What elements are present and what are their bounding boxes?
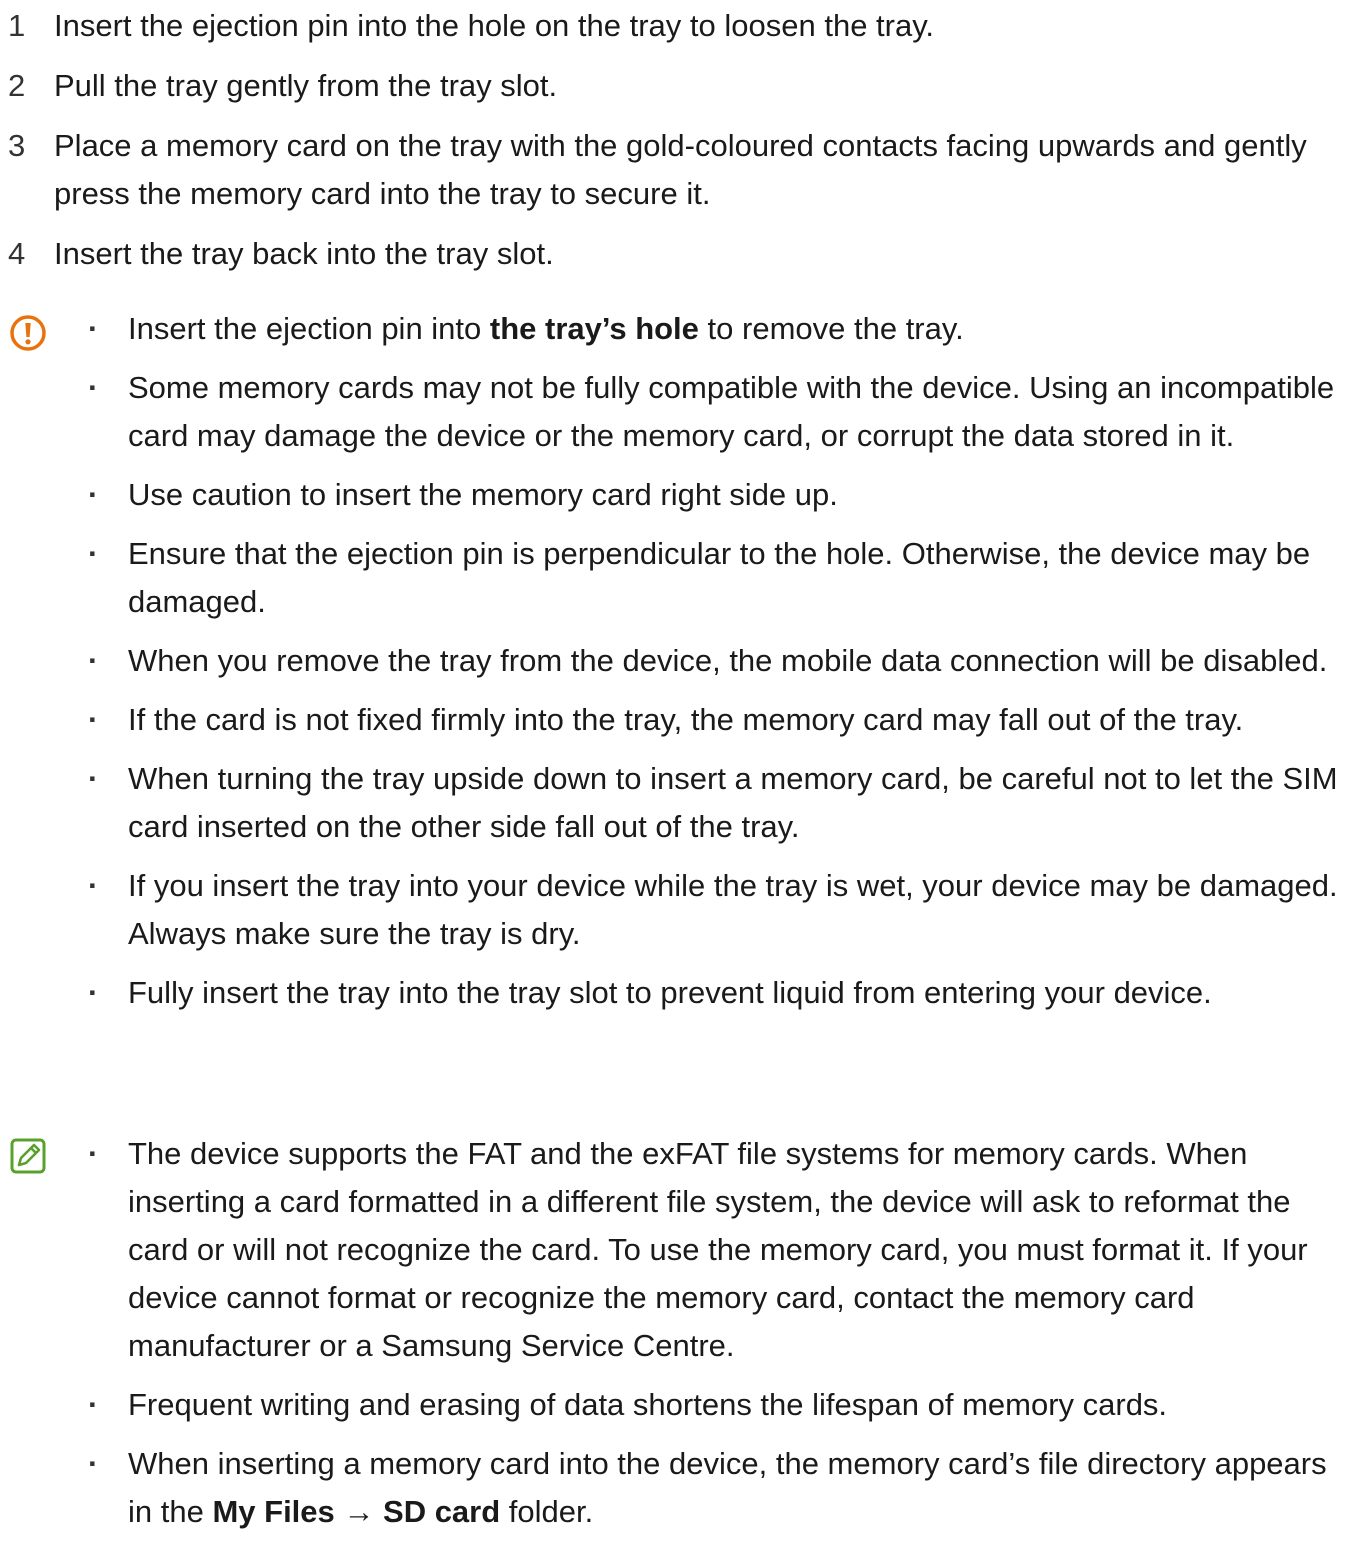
list-item: Frequent writing and erasing of data sho… [88, 1381, 1350, 1429]
list-item: If you insert the tray into your device … [88, 862, 1350, 958]
step-1: 1 Insert the ejection pin into the hole … [0, 2, 1364, 50]
list-item: Insert the ejection pin into the tray’s … [88, 305, 1350, 353]
document-page: 1 Insert the ejection pin into the hole … [0, 0, 1364, 1529]
note-block: The device supports the FAT and the exFA… [0, 1130, 1364, 1547]
bold-term: the tray’s hole [489, 311, 699, 346]
sd-card-term: SD card [383, 1494, 501, 1529]
caution-icon [10, 315, 46, 351]
arrow: → [334, 1494, 384, 1529]
step-number: 2 [8, 68, 26, 103]
step-text: Insert the tray back into the tray slot. [54, 236, 554, 271]
my-files-term: My Files [212, 1494, 335, 1529]
list-item: Some memory cards may not be fully compa… [88, 364, 1350, 460]
step-2: 2 Pull the tray gently from the tray slo… [0, 62, 1364, 110]
step-number: 1 [8, 8, 26, 43]
list-item: When inserting a memory card into the de… [88, 1440, 1350, 1536]
list-item: The device supports the FAT and the exFA… [88, 1130, 1350, 1370]
step-text: Pull the tray gently from the tray slot. [54, 68, 558, 103]
step-3: 3 Place a memory card on the tray with t… [0, 122, 1364, 218]
caution-block: Insert the ejection pin into the tray’s … [0, 305, 1364, 1028]
step-number: 3 [8, 128, 26, 163]
step-number: 4 [8, 236, 26, 271]
caution-list: Insert the ejection pin into the tray’s … [0, 305, 1364, 1017]
list-item: If the card is not fixed firmly into the… [88, 696, 1350, 744]
list-item: When turning the tray upside down to ins… [88, 755, 1350, 851]
step-text: Insert the ejection pin into the hole on… [54, 8, 935, 43]
list-item: Ensure that the ejection pin is perpendi… [88, 530, 1350, 626]
list-item: Fully insert the tray into the tray slot… [88, 969, 1350, 1017]
list-item: When you remove the tray from the device… [88, 637, 1350, 685]
note-icon [10, 1138, 46, 1174]
step-4: 4 Insert the tray back into the tray slo… [0, 230, 1364, 278]
note-list: The device supports the FAT and the exFA… [0, 1130, 1364, 1536]
steps-list: 1 Insert the ejection pin into the hole … [0, 2, 1364, 290]
step-text: Place a memory card on the tray with the… [54, 128, 1307, 211]
list-item: Use caution to insert the memory card ri… [88, 471, 1350, 519]
